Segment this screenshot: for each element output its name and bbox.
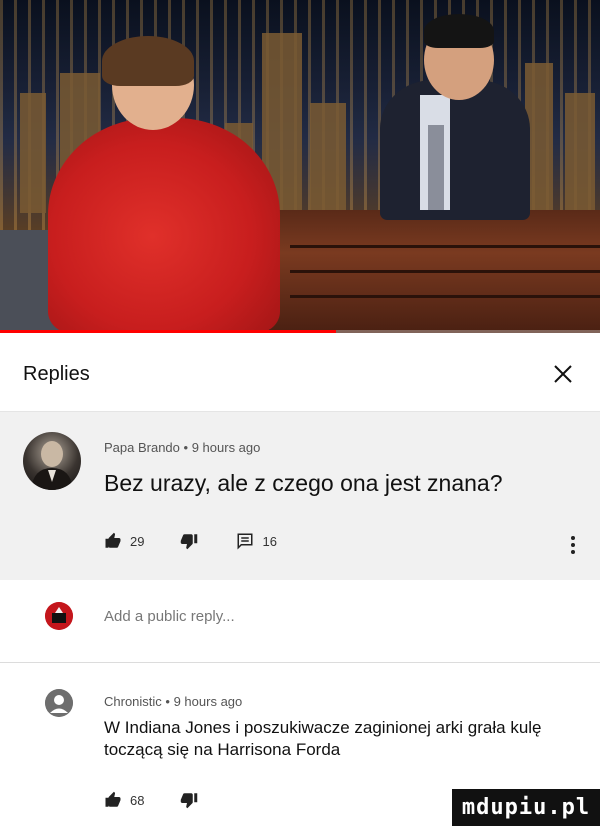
thumb-down-icon (181, 534, 198, 550)
comment-meta: Papa Brando • 9 hours ago (104, 440, 260, 455)
reply-input[interactable]: Add a public reply... (104, 608, 235, 625)
like-button[interactable]: 29 (104, 532, 144, 550)
avatar (45, 602, 73, 630)
comment-time: 9 hours ago (173, 694, 243, 709)
desk-stripe (290, 295, 600, 298)
meta-separator: • (165, 694, 174, 709)
close-icon (554, 365, 572, 383)
like-count: 68 (130, 792, 145, 808)
dislike-button[interactable] (180, 791, 198, 809)
channel-logo-icon (45, 602, 73, 630)
replies-count-button[interactable]: 16 (236, 532, 277, 550)
parent-comment: Papa Brando • 9 hours ago Bez urazy, ale… (0, 412, 600, 580)
comment-icon (237, 533, 253, 550)
comment-text: Bez urazy, ale z czego ona jest znana? (104, 470, 503, 496)
comment-meta: Chronistic • 9 hours ago (104, 694, 242, 709)
dislike-button[interactable] (180, 532, 198, 550)
meta-separator: • (183, 440, 192, 455)
reply-count: 16 (262, 533, 277, 549)
backdrop-building (565, 93, 595, 213)
thumb-up-icon (105, 791, 121, 807)
desk-stripe (290, 245, 600, 248)
like-button[interactable]: 68 (104, 791, 144, 809)
guest-hair (102, 36, 194, 86)
guest-figure (48, 118, 280, 333)
avatar[interactable] (45, 689, 73, 717)
close-button[interactable] (548, 359, 578, 389)
comment-author[interactable]: Papa Brando (104, 440, 180, 455)
person-icon (45, 689, 73, 717)
replies-header: Replies (0, 333, 600, 412)
more-vert-icon (571, 536, 575, 554)
comment-actions: 29 16 (104, 532, 277, 550)
comment-text: W Indiana Jones i poszukiwacze zaginione… (104, 718, 542, 759)
host-tie (428, 125, 444, 210)
backdrop-building (310, 103, 346, 213)
thumb-up-icon (105, 532, 121, 548)
add-reply-row[interactable]: Add a public reply... (0, 580, 600, 663)
host-hair (424, 14, 494, 48)
site-watermark: mdupiu.pl (452, 789, 600, 826)
like-count: 29 (130, 533, 145, 549)
backdrop-building (20, 93, 46, 213)
host-figure (380, 80, 530, 220)
desk-stripe (290, 270, 600, 273)
avatar[interactable] (23, 432, 81, 490)
video-player[interactable] (0, 0, 600, 333)
person-icon (31, 441, 73, 490)
thumb-down-icon (181, 793, 198, 809)
page-title: Replies (23, 363, 90, 385)
comment-time: 9 hours ago (191, 440, 261, 455)
comment-author[interactable]: Chronistic (104, 694, 162, 709)
comment-actions: 68 (104, 791, 198, 809)
more-options-button[interactable] (568, 534, 578, 556)
